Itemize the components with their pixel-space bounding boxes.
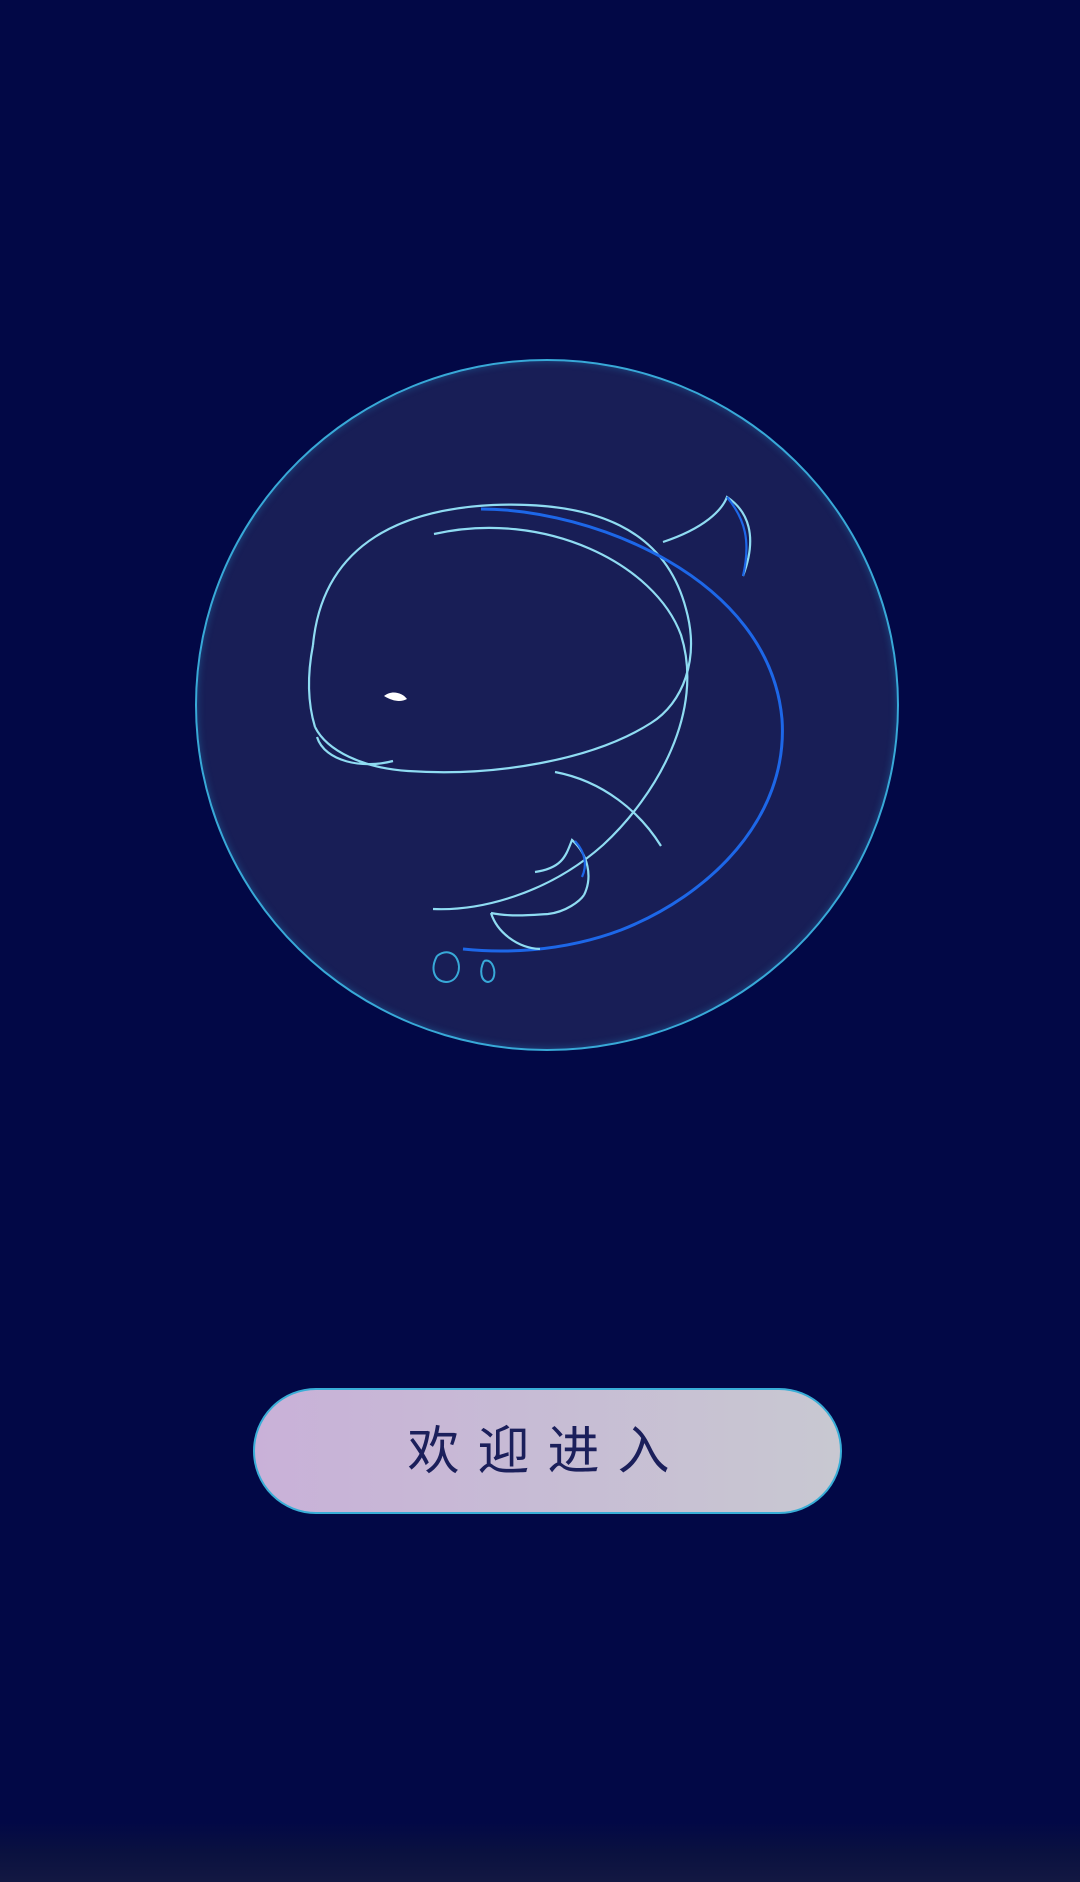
whale-icon xyxy=(307,495,784,984)
welcome-screen: 欢迎进入 xyxy=(0,0,1080,1882)
enter-button[interactable]: 欢迎进入 xyxy=(253,1388,842,1514)
